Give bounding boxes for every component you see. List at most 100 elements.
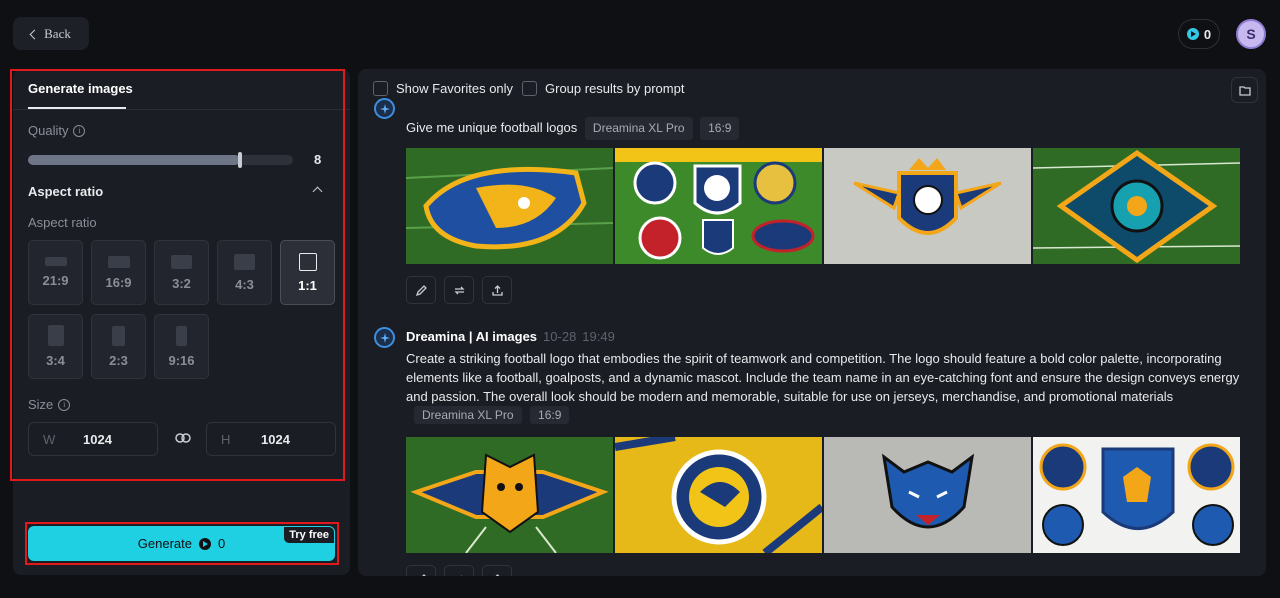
quality-label-text: Quality (28, 123, 69, 138)
bot-header: Dreamina | AI images 10-28 19:49 (406, 329, 615, 344)
credits-count: 0 (1203, 26, 1212, 42)
ratio-tag: 16:9 (700, 117, 740, 140)
group-by-prompt-toggle[interactable]: Group results by prompt (522, 81, 684, 96)
prompt-text: Give me unique football logos (406, 120, 578, 135)
aspect-ratio-label: Aspect ratio (28, 215, 97, 230)
aspect-ratio-shape-icon (234, 253, 255, 270)
generate-button[interactable]: Generate 0 Try free (28, 526, 335, 561)
result-image[interactable] (615, 148, 822, 264)
aspect-ratio-option-label: 3:2 (172, 275, 191, 291)
bot-avatar-icon (374, 327, 395, 348)
width-value: 1024 (83, 431, 112, 447)
size-label-text: Size (28, 397, 54, 412)
aspect-ratio-shape-icon (47, 325, 64, 346)
info-icon[interactable]: i (58, 398, 71, 411)
aspect-ratio-section-title[interactable]: Aspect ratio (28, 184, 103, 199)
aspect-ratio-option[interactable]: 21:9 (28, 240, 83, 305)
checkbox[interactable] (373, 81, 388, 96)
ratio-tag: 16:9 (530, 406, 570, 424)
quality-slider[interactable] (28, 152, 293, 168)
top-bar: Back 0 S (0, 0, 1280, 62)
aspect-ratio-shape-icon (112, 325, 125, 346)
chevron-left-icon (29, 29, 40, 39)
aspect-ratio-option-label: 16:9 (105, 274, 132, 290)
avatar[interactable]: S (1236, 19, 1266, 49)
result-prompt: Give me unique football logos Dreamina X… (406, 117, 740, 140)
aspect-ratio-option[interactable]: 2:3 (91, 314, 146, 379)
pencil-icon (421, 573, 426, 576)
aspect-ratio-option[interactable]: 3:4 (28, 314, 83, 379)
prompt-text: Create a striking football logo that emb… (406, 351, 1240, 404)
result-image[interactable] (824, 148, 1031, 264)
result-image[interactable] (615, 437, 822, 553)
width-field[interactable]: W 1024 (28, 422, 158, 456)
folder-button[interactable] (1231, 77, 1258, 103)
result-prompt: Create a striking football logo that emb… (406, 349, 1241, 406)
quality-slider-fill (28, 155, 240, 165)
height-value: 1024 (261, 431, 290, 447)
repeat-icon (453, 286, 465, 294)
width-prefix: W (43, 431, 56, 447)
quality-value: 8 (314, 152, 322, 167)
back-button[interactable]: Back (13, 17, 89, 50)
aspect-ratio-option[interactable]: 9:16 (154, 314, 209, 379)
result-tags: Dreamina XL Pro 16:9 (410, 406, 570, 424)
credit-coin-icon (198, 537, 211, 550)
try-free-badge: Try free (284, 527, 334, 543)
group-by-prompt-label: Group results by prompt (545, 81, 685, 96)
result-image[interactable] (1033, 148, 1240, 264)
result-image[interactable] (406, 437, 613, 553)
back-label: Back (44, 25, 71, 41)
result-image-row (406, 148, 1240, 264)
height-field[interactable]: H 1024 (206, 422, 336, 456)
repeat-icon (460, 575, 462, 576)
aspect-ratio-option[interactable]: 3:2 (154, 240, 209, 305)
checkbox[interactable] (522, 81, 537, 96)
aspect-ratio-shape-icon (107, 255, 130, 268)
quality-slider-thumb[interactable] (238, 152, 242, 168)
aspect-ratio-shape-icon (298, 252, 317, 271)
model-tag: Dreamina XL Pro (584, 117, 693, 140)
model-tag: Dreamina XL Pro (414, 406, 522, 424)
tab-generate-images[interactable]: Generate images (28, 81, 133, 96)
generate-cost: 0 (217, 536, 226, 551)
aspect-ratio-option[interactable]: 1:1 (280, 240, 335, 305)
result-image[interactable] (406, 148, 613, 264)
share-button[interactable] (482, 276, 512, 304)
show-favorites-toggle[interactable]: Show Favorites only (373, 81, 513, 96)
aspect-ratio-option-label: 2:3 (109, 352, 128, 368)
aspect-ratio-shape-icon (44, 257, 67, 266)
link-icon[interactable] (175, 433, 191, 443)
result-image[interactable] (824, 437, 1031, 553)
result-time: 19:49 (582, 329, 615, 344)
edit-button[interactable] (406, 276, 436, 304)
share-button[interactable] (482, 565, 512, 576)
generate-label: Generate (137, 536, 192, 551)
regenerate-button[interactable] (444, 565, 474, 576)
aspect-ratio-option-label: 3:4 (46, 353, 65, 368)
edit-button[interactable] (406, 565, 436, 576)
aspect-ratio-shape-icon (176, 325, 187, 346)
upload-icon (491, 284, 503, 296)
credits-badge[interactable]: 0 (1178, 19, 1220, 49)
credit-coin-icon (1186, 28, 1199, 40)
show-favorites-label: Show Favorites only (396, 81, 514, 96)
aspect-ratio-shape-icon (171, 254, 192, 269)
result-image-row (406, 437, 1240, 553)
result-image[interactable] (1033, 437, 1240, 553)
divider (13, 109, 350, 110)
aspect-ratio-option-label: 4:3 (235, 276, 254, 292)
folder-icon (1238, 85, 1251, 96)
chevron-up-icon[interactable] (312, 186, 323, 197)
generate-panel: Generate images Quality i 8 Aspect ratio… (13, 69, 350, 575)
info-icon[interactable]: i (73, 124, 86, 137)
bot-name: Dreamina | AI images (406, 329, 538, 344)
regenerate-button[interactable] (444, 276, 474, 304)
aspect-ratio-option[interactable]: 16:9 (91, 240, 146, 305)
aspect-ratio-option-label: 21:9 (42, 273, 69, 288)
upload-icon (494, 573, 500, 576)
size-label: Size i (28, 397, 71, 412)
results-panel: Show Favorites only Group results by pro… (358, 69, 1266, 576)
aspect-ratio-option[interactable]: 4:3 (217, 240, 272, 305)
bot-avatar-icon (374, 98, 395, 119)
